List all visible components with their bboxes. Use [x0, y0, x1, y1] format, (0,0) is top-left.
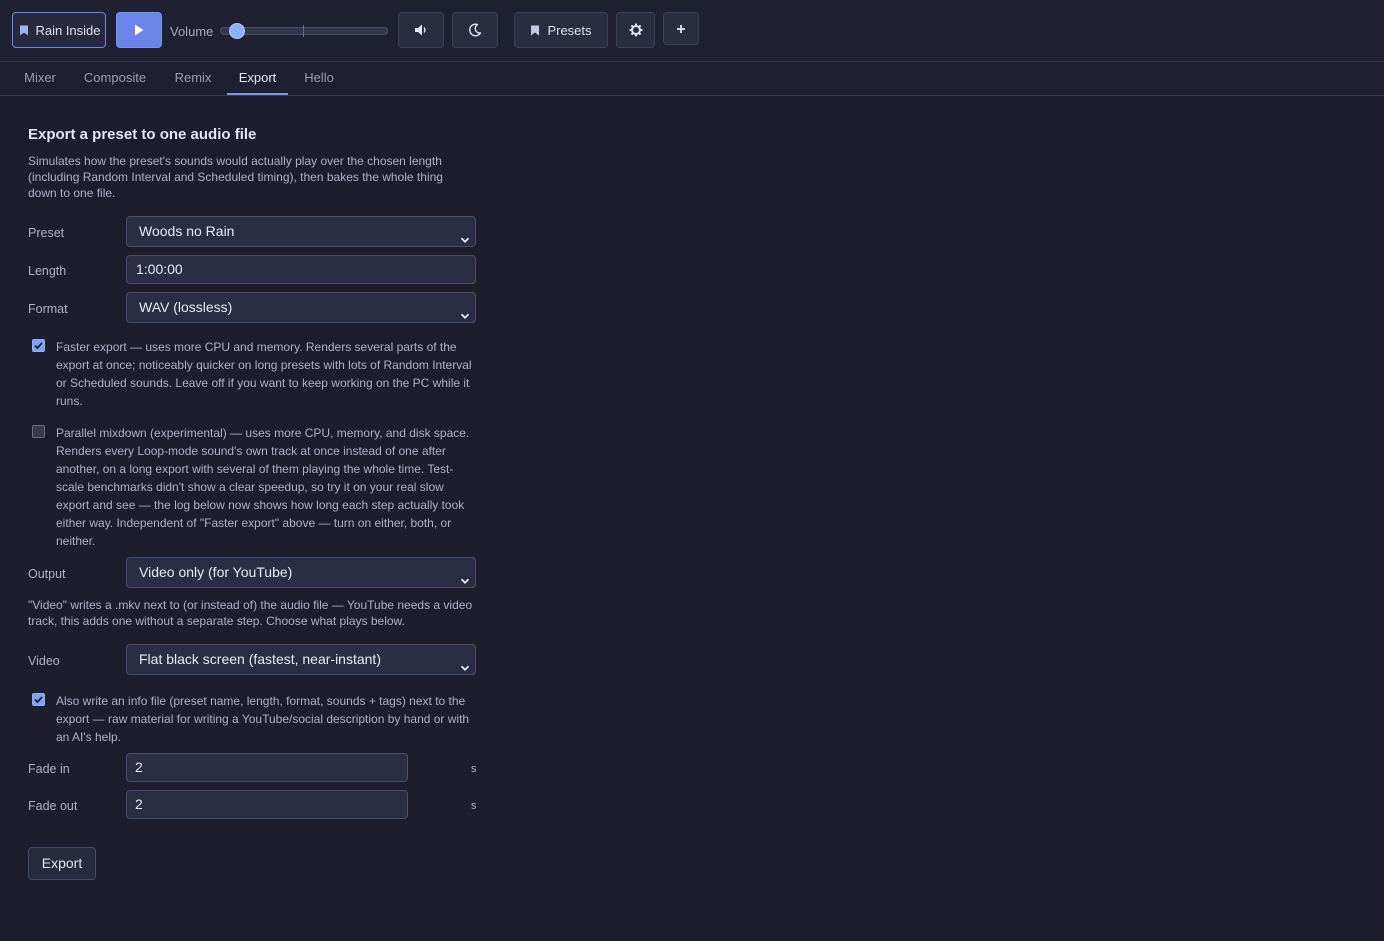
info-file-checkbox[interactable] — [32, 693, 45, 706]
video-select[interactable]: Flat black screen (fastest, near-instant… — [126, 644, 476, 675]
length-label: Length — [28, 264, 67, 278]
output-select-value: Video only (for YouTube) — [139, 564, 293, 580]
video-select-value: Flat black screen (fastest, near-instant… — [139, 651, 381, 667]
check-icon — [34, 696, 43, 704]
volume-label: Volume — [170, 24, 214, 39]
add-button[interactable] — [663, 12, 699, 45]
export-heading: Export a preset to one audio file — [28, 126, 257, 143]
chevron-down-icon — [460, 302, 470, 331]
current-preset-label: Rain Inside — [35, 22, 101, 38]
settings-button[interactable] — [616, 12, 655, 48]
bookmark-icon — [19, 25, 29, 36]
volume-slider-center-tick — [303, 25, 304, 37]
length-input[interactable]: 1:00:00 — [126, 255, 476, 284]
chevron-down-icon — [460, 654, 470, 683]
volume-slider[interactable] — [220, 22, 388, 40]
mute-button[interactable] — [398, 12, 444, 48]
tab-composite[interactable]: Composite — [72, 62, 158, 95]
faster-export-text: Faster export — uses more CPU and memory… — [56, 340, 472, 408]
presets-label: Presets — [547, 22, 592, 38]
preset-select-value: Woods no Rain — [139, 223, 235, 239]
parallel-mixdown-checkbox[interactable] — [32, 425, 45, 438]
volume-slider-thumb[interactable] — [228, 23, 245, 39]
play-button[interactable] — [116, 12, 162, 48]
output-note: "Video" writes a .mkv next to (or instea… — [28, 598, 473, 628]
export-button[interactable]: Export — [28, 847, 96, 880]
toolbar: Rain Inside Volume Presets — [0, 0, 1384, 62]
format-label: Format — [28, 302, 68, 316]
info-file-text: Also write an info file (preset name, le… — [56, 694, 470, 744]
output-select[interactable]: Video only (for YouTube) — [126, 557, 476, 588]
video-label: Video — [28, 654, 60, 668]
play-icon — [134, 24, 144, 36]
chevron-down-icon — [460, 226, 470, 255]
gear-icon — [629, 23, 643, 37]
chevron-down-icon — [460, 567, 470, 596]
bookmark-icon — [530, 25, 540, 36]
fade-in-label: Fade in — [28, 762, 70, 776]
current-preset-button[interactable]: Rain Inside — [12, 12, 106, 48]
fade-out-label: Fade out — [28, 799, 78, 813]
parallel-mixdown-text: Parallel mixdown (experimental) — uses m… — [56, 426, 470, 548]
fade-in-input[interactable]: 2 — [126, 753, 408, 782]
moon-icon — [468, 23, 482, 37]
output-label: Output — [28, 567, 66, 581]
faster-export-checkbox[interactable] — [32, 339, 45, 352]
preset-label: Preset — [28, 226, 65, 240]
fade-out-input[interactable]: 2 — [126, 790, 408, 819]
sleep-timer-button[interactable] — [452, 12, 498, 48]
fade-out-unit: s — [471, 800, 477, 812]
tab-bar: Mixer Composite Remix Export Hello — [0, 62, 1384, 96]
volume-slider-track[interactable] — [220, 27, 388, 35]
fade-in-unit: s — [471, 763, 477, 775]
preset-select[interactable]: Woods no Rain — [126, 216, 476, 247]
tab-export[interactable]: Export — [227, 62, 288, 95]
tab-mixer[interactable]: Mixer — [12, 62, 68, 95]
presets-button[interactable]: Presets — [514, 12, 608, 48]
tab-remix[interactable]: Remix — [162, 62, 224, 95]
format-select-value: WAV (lossless) — [139, 299, 233, 315]
check-icon — [34, 342, 43, 350]
format-select[interactable]: WAV (lossless) — [126, 292, 476, 323]
speaker-icon — [414, 24, 428, 36]
plus-icon — [676, 24, 686, 34]
export-description: Simulates how the preset's sounds would … — [28, 154, 443, 200]
tab-hello[interactable]: Hello — [292, 62, 346, 95]
